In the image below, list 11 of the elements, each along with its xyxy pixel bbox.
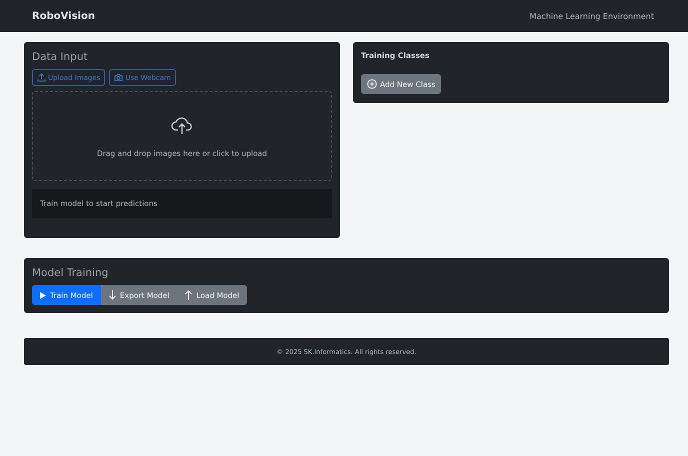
arrow-up-icon bbox=[185, 290, 192, 300]
card-title: Data Input bbox=[32, 51, 89, 63]
card-title: Model Training bbox=[32, 267, 110, 279]
brand-name[interactable]: RoboVision bbox=[32, 10, 95, 22]
upload-icon bbox=[37, 73, 46, 82]
cloud-upload-icon bbox=[171, 114, 193, 134]
play-icon bbox=[40, 292, 46, 298]
camera-icon bbox=[114, 73, 124, 82]
plus-circle-icon bbox=[367, 79, 377, 89]
navbar-subtitle: Machine Learning Environment bbox=[530, 12, 654, 20]
arrow-down-icon bbox=[108, 290, 116, 300]
